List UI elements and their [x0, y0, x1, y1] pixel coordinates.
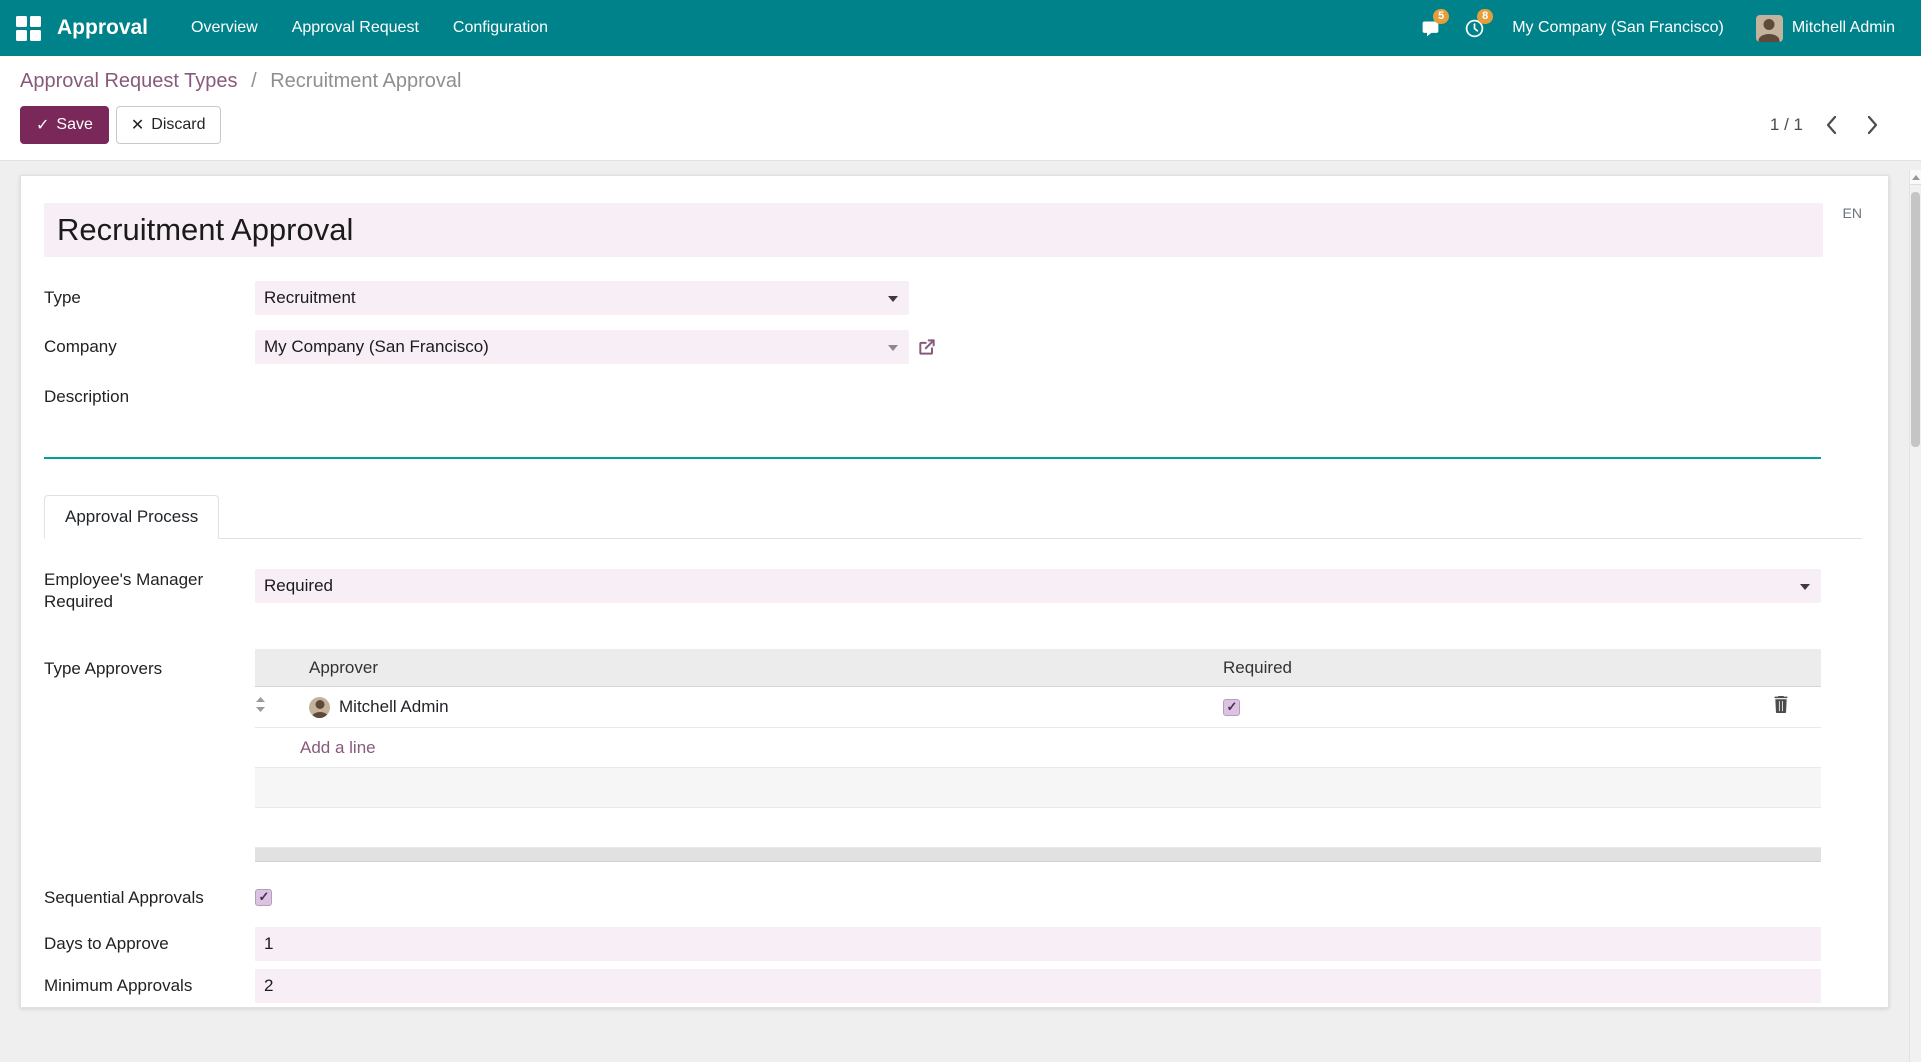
breadcrumb-parent-link[interactable]: Approval Request Types — [20, 70, 238, 92]
description-textarea[interactable] — [44, 413, 1821, 459]
user-name: Mitchell Admin — [1792, 19, 1895, 37]
sequential-field-row: Sequential Approvals — [44, 887, 1821, 908]
approvers-header-row: Approver Required — [255, 649, 1821, 687]
manager-required-label: Employee's Manager Required — [44, 569, 255, 612]
approver-column-header[interactable]: Approver — [299, 649, 1213, 687]
type-approvers-label: Type Approvers — [44, 649, 255, 679]
pager-value[interactable]: 1 / 1 — [1770, 115, 1803, 135]
type-label: Type — [44, 287, 255, 308]
user-menu[interactable]: Mitchell Admin — [1740, 0, 1911, 56]
pager-previous-button[interactable] — [1817, 111, 1845, 139]
pager-next-button[interactable] — [1859, 111, 1887, 139]
table-footer — [255, 848, 1821, 862]
approvers-table: Approver Required — [255, 649, 1821, 849]
approver-row[interactable]: Mitchell Admin — [255, 687, 1821, 728]
app-menu: Overview Approval Request Configuration — [174, 0, 565, 56]
chevron-down-icon — [1800, 584, 1810, 590]
approvers-field-row: Type Approvers Approver Required — [44, 649, 1821, 863]
app-name[interactable]: Approval — [57, 16, 148, 40]
breadcrumb-current: Recruitment Approval — [270, 70, 461, 92]
messages-menu[interactable]: 5 — [1408, 0, 1452, 56]
scrollbar-thumb[interactable] — [1911, 192, 1920, 447]
type-select[interactable]: Recruitment — [255, 281, 909, 315]
description-label: Description — [44, 386, 255, 407]
form-body-tab: Employee's Manager Required Required Typ… — [44, 569, 1862, 1002]
empty-row — [255, 808, 1821, 848]
chevron-down-icon — [888, 296, 898, 302]
control-panel: Approval Request Types / Recruitment App… — [0, 56, 1921, 161]
sequential-approvals-checkbox[interactable] — [255, 889, 272, 906]
empty-row — [255, 768, 1821, 808]
menu-overview[interactable]: Overview — [174, 0, 275, 56]
user-avatar — [1756, 15, 1783, 42]
scroll-up-arrow[interactable] — [1910, 170, 1921, 185]
days-to-approve-label: Days to Approve — [44, 933, 255, 954]
company-value: My Company (San Francisco) — [264, 337, 489, 357]
required-column-header[interactable]: Required — [1213, 649, 1773, 687]
approver-name: Mitchell Admin — [339, 697, 449, 717]
delete-column-header — [1773, 649, 1821, 687]
add-a-line-link[interactable]: Add a line — [300, 738, 376, 757]
systray: 5 8 My Company (San Francisco) Mitchell … — [1408, 0, 1911, 56]
minimum-field-row: Minimum Approvals 2 — [44, 969, 1821, 1003]
company-name: My Company (San Francisco) — [1512, 19, 1724, 37]
approvers-list: Approver Required — [255, 649, 1821, 863]
close-icon: ✕ — [131, 115, 144, 135]
scrollbar[interactable] — [1909, 170, 1921, 1062]
minimum-approvals-label: Minimum Approvals — [44, 975, 255, 996]
chevron-right-icon — [1867, 115, 1879, 135]
days-to-approve-input[interactable]: 1 — [255, 927, 1821, 961]
handle-column-header — [255, 649, 299, 687]
form-body-top: Type Recruitment Company My Company (San… — [44, 281, 1862, 459]
save-label: Save — [56, 116, 92, 134]
discard-label: Discard — [151, 116, 205, 134]
breadcrumb: Approval Request Types / Recruitment App… — [20, 70, 1901, 93]
required-checkbox[interactable] — [1223, 699, 1240, 716]
menu-approval-request[interactable]: Approval Request — [275, 0, 436, 56]
company-field-row: Company My Company (San Francisco) — [44, 330, 1821, 364]
chevron-left-icon — [1825, 115, 1837, 135]
control-panel-buttons-row: ✓ Save ✕ Discard 1 / 1 — [20, 106, 1901, 144]
pager: 1 / 1 — [1770, 111, 1887, 139]
discard-button[interactable]: ✕ Discard — [116, 106, 221, 144]
apps-menu-icon[interactable] — [16, 16, 41, 41]
approver-cell: Mitchell Admin — [309, 687, 1203, 727]
notebook-tabs: Approval Process — [44, 495, 1862, 539]
manager-field-row: Employee's Manager Required Required — [44, 569, 1821, 612]
company-select[interactable]: My Company (San Francisco) — [255, 330, 909, 364]
activities-menu[interactable]: 8 — [1452, 0, 1496, 56]
translation-badge[interactable]: EN — [1843, 205, 1862, 221]
content-area: Recruitment Approval EN Type Recruitment… — [0, 161, 1921, 1053]
drag-handle-icon[interactable] — [255, 697, 266, 712]
save-button[interactable]: ✓ Save — [20, 106, 109, 144]
type-value: Recruitment — [264, 288, 356, 308]
top-navbar: Approval Overview Approval Request Confi… — [0, 0, 1921, 56]
record-title-input[interactable]: Recruitment Approval — [44, 203, 1823, 257]
manager-required-value: Required — [264, 576, 333, 596]
menu-configuration[interactable]: Configuration — [436, 0, 565, 56]
breadcrumb-separator: / — [251, 70, 257, 92]
record-buttons: ✓ Save ✕ Discard — [20, 106, 221, 144]
activities-badge: 8 — [1477, 9, 1493, 24]
title-row: Recruitment Approval EN — [44, 203, 1862, 257]
company-label: Company — [44, 336, 255, 357]
messages-badge: 5 — [1433, 9, 1449, 24]
form-sheet: Recruitment Approval EN Type Recruitment… — [20, 175, 1889, 1008]
check-icon: ✓ — [36, 115, 49, 135]
tab-approval-process[interactable]: Approval Process — [44, 495, 219, 539]
manager-required-select[interactable]: Required — [255, 569, 1821, 603]
sequential-approvals-label: Sequential Approvals — [44, 887, 255, 908]
add-line-row: Add a line — [255, 728, 1821, 768]
type-field-row: Type Recruitment — [44, 281, 1821, 315]
company-switcher[interactable]: My Company (San Francisco) — [1496, 0, 1740, 56]
minimum-approvals-input[interactable]: 2 — [255, 969, 1821, 1003]
external-link-icon — [917, 337, 937, 357]
external-link-button[interactable] — [917, 337, 937, 357]
days-field-row: Days to Approve 1 — [44, 927, 1821, 961]
chevron-down-icon — [888, 345, 898, 351]
trash-icon[interactable] — [1773, 696, 1789, 713]
approver-avatar — [309, 697, 330, 718]
description-field-row: Description — [44, 386, 1821, 407]
